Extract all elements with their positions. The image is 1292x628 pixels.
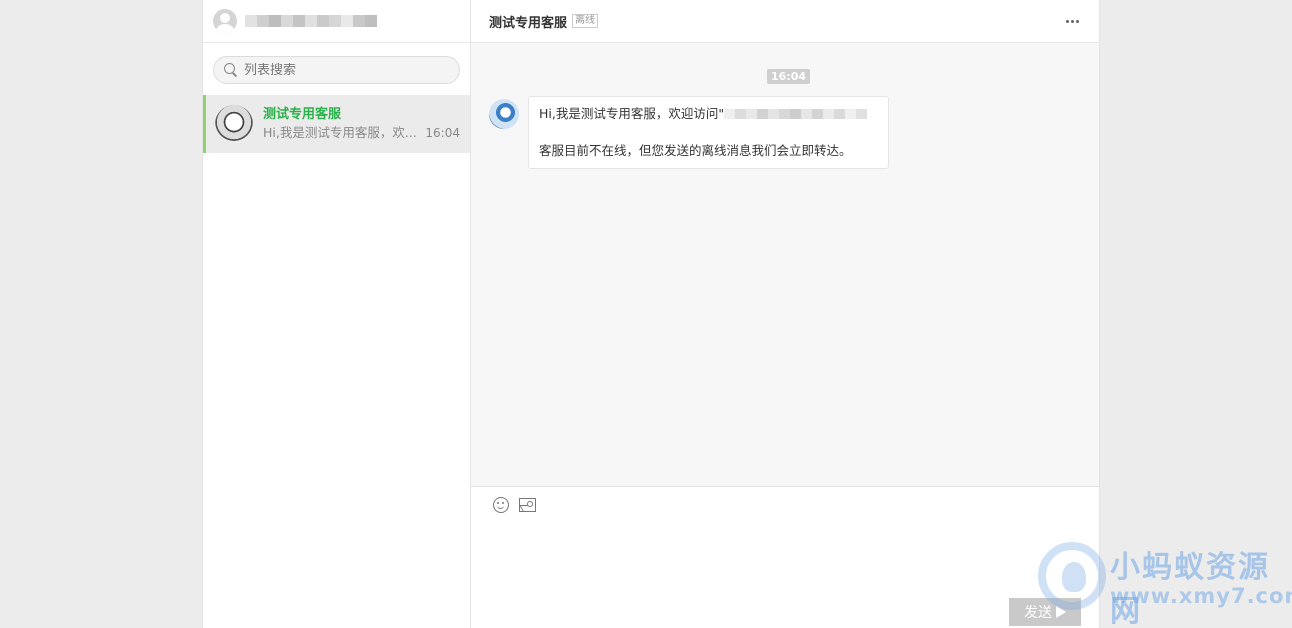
chat-panel: 测试专用客服 离线 16:04 Hi,我是测试专用客服，欢迎访问" 客服目前不在… — [471, 0, 1099, 628]
conversation-preview: Hi,我是测试专用客服，欢... — [263, 125, 417, 140]
status-badge: 离线 — [572, 14, 599, 28]
redacted-text — [724, 106, 868, 124]
image-icon[interactable] — [519, 498, 536, 512]
message-line-2: 客服目前不在线，但您发送的离线消息我们会立即转达。 — [539, 142, 852, 158]
send-arrow-icon — [1056, 606, 1066, 618]
user-avatar-icon[interactable] — [213, 9, 237, 33]
composer-tools — [493, 497, 536, 513]
send-button-label: 发送 — [1024, 605, 1052, 621]
message-line-1: Hi,我是测试专用客服，欢迎访问" — [539, 105, 878, 124]
search-area — [203, 43, 470, 95]
sidebar-header — [203, 0, 470, 43]
message-timestamp: 16:04 — [767, 69, 811, 84]
agent-avatar — [489, 99, 519, 129]
message-bubble: Hi,我是测试专用客服，欢迎访问" 客服目前不在线，但您发送的离线消息我们会立即… — [528, 96, 889, 169]
emoji-icon[interactable] — [493, 497, 509, 513]
search-input[interactable] — [244, 62, 444, 78]
watermark-name: 小蚂蚁资源网 — [1110, 550, 1270, 628]
chat-app: 测试专用客服 Hi,我是测试专用客服，欢... 16:04 测试专用客服 离线 … — [202, 0, 1100, 628]
conversation-info: 测试专用客服 Hi,我是测试专用客服，欢... 16:04 — [263, 106, 460, 142]
sidebar: 测试专用客服 Hi,我是测试专用客服，欢... 16:04 — [203, 0, 471, 628]
conversation-avatar — [215, 105, 253, 143]
composer[interactable]: 发送 — [471, 487, 1099, 628]
user-name-redacted — [245, 15, 377, 27]
search-box[interactable] — [213, 56, 460, 84]
conversation-time: 16:04 — [425, 126, 460, 140]
conversation-item[interactable]: 测试专用客服 Hi,我是测试专用客服，欢... 16:04 — [203, 95, 470, 153]
message-list[interactable]: 16:04 Hi,我是测试专用客服，欢迎访问" 客服目前不在线，但您发送的离线消… — [471, 43, 1099, 487]
conversation-name: 测试专用客服 — [263, 107, 342, 122]
more-icon[interactable] — [1066, 19, 1079, 23]
chat-header: 测试专用客服 离线 — [471, 0, 1099, 43]
search-icon — [224, 63, 238, 77]
chat-title: 测试专用客服 — [489, 15, 568, 31]
send-button[interactable]: 发送 — [1009, 598, 1081, 626]
watermark-url: www.xmy7.com — [1110, 584, 1292, 608]
